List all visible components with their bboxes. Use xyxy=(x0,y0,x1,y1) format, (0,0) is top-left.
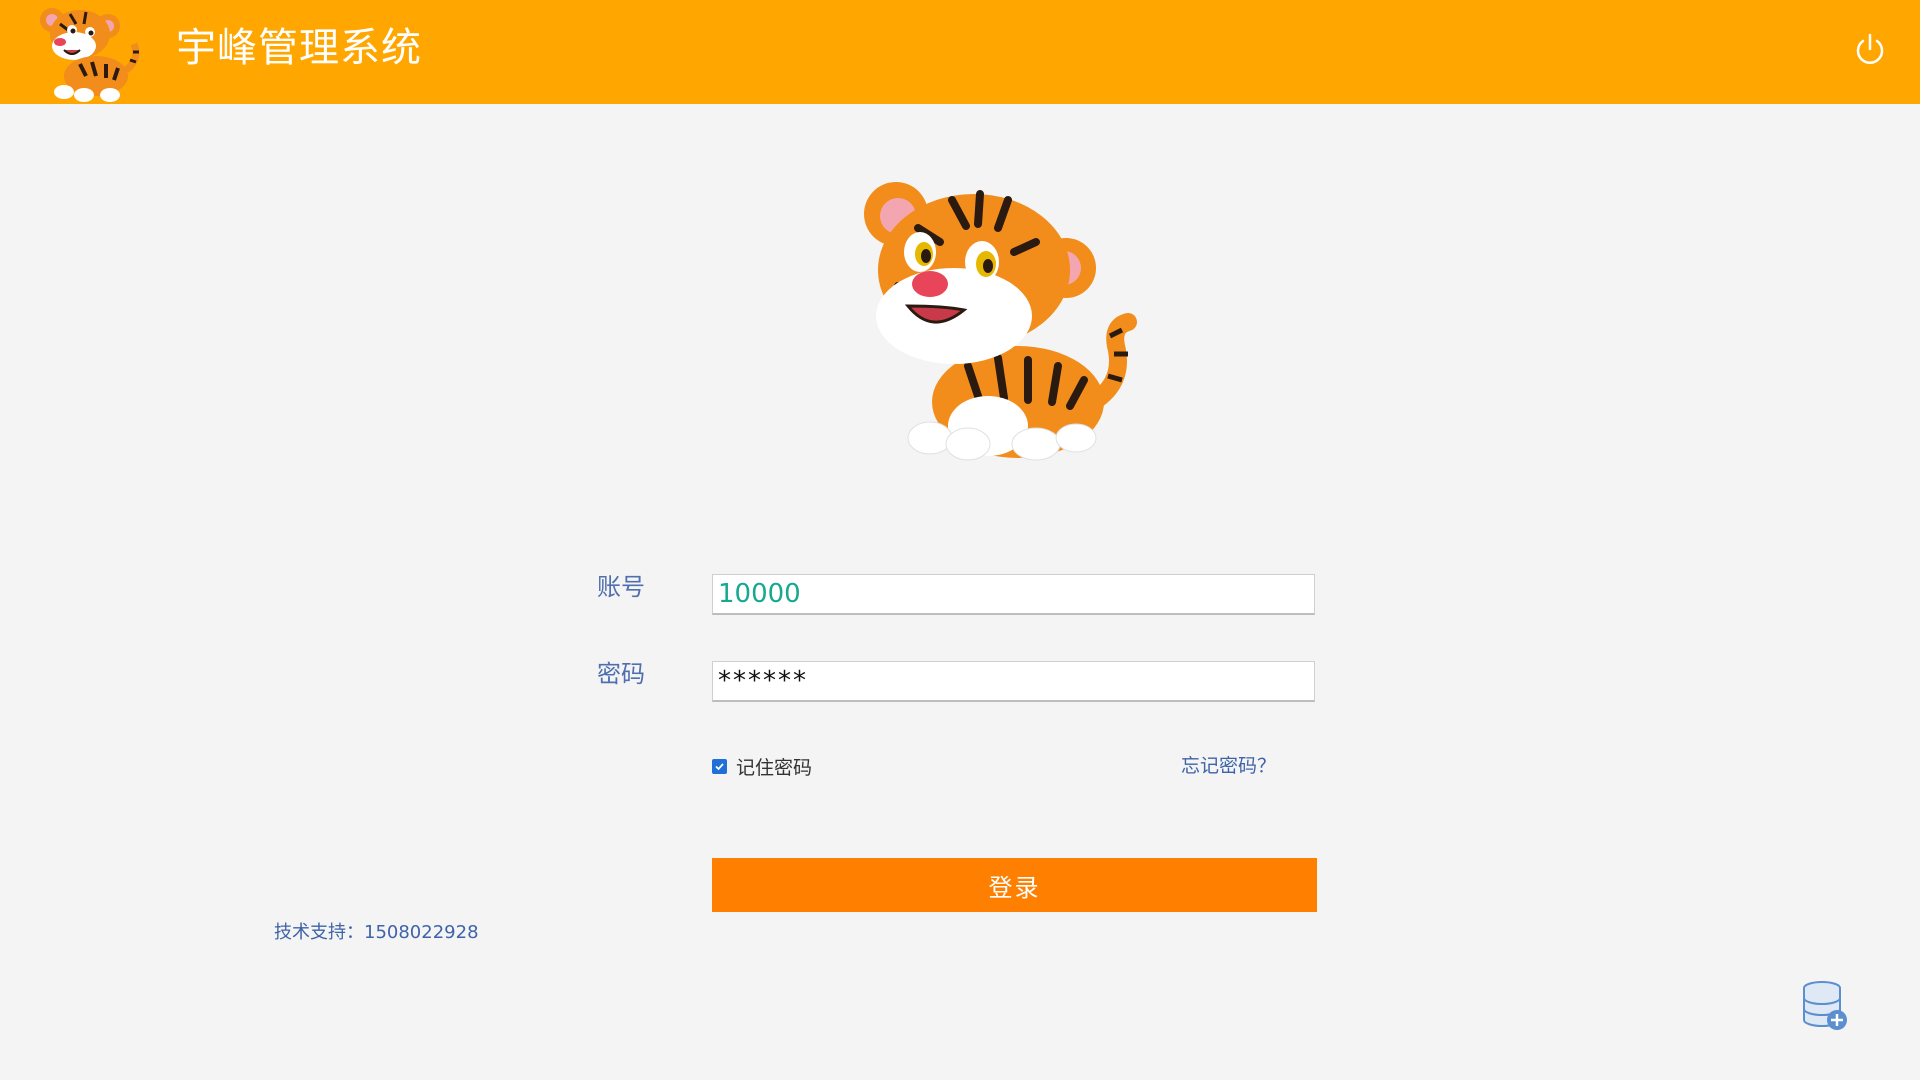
tiger-mascot-image xyxy=(864,182,1137,461)
forgot-password-link[interactable]: 忘记密码？ xyxy=(1181,752,1276,780)
password-input[interactable] xyxy=(712,661,1315,702)
checkbox-checked-icon[interactable] xyxy=(712,758,727,774)
remember-password-checkbox[interactable]: 记住密码 xyxy=(712,752,812,780)
support-text: 技术支持：1508022928 xyxy=(274,922,479,943)
app-title: 宇峰管理系统 xyxy=(176,25,422,71)
account-label: 账号 xyxy=(597,573,645,601)
remember-password-label: 记住密码 xyxy=(736,756,813,779)
account-input[interactable] xyxy=(712,574,1315,615)
database-add-icon[interactable] xyxy=(1802,980,1850,1034)
login-button[interactable]: 登录 xyxy=(712,858,1317,912)
password-label: 密码 xyxy=(597,660,645,688)
header-bar: 宇峰管理系统 xyxy=(0,0,1920,104)
tiger-logo-icon xyxy=(40,8,140,102)
power-icon[interactable] xyxy=(1852,32,1888,68)
